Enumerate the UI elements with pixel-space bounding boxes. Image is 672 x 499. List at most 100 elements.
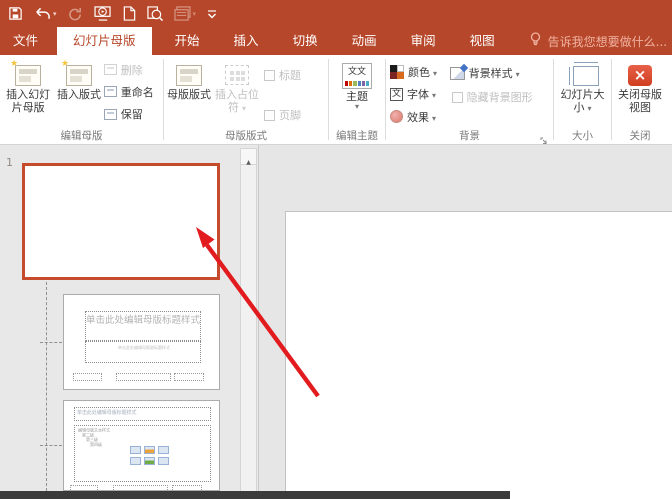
panel-divider[interactable] xyxy=(258,145,259,499)
undo-icon[interactable]: ▾ xyxy=(34,4,57,24)
rename-button[interactable]: 重命名 xyxy=(104,83,161,100)
subtitle-placeholder: 单击此处编辑母版副标题样式 xyxy=(85,341,201,363)
slide-number: 1 xyxy=(6,156,13,169)
picture-icon xyxy=(130,457,141,465)
thumbnail-scrollbar[interactable] xyxy=(240,148,257,493)
new-document-icon[interactable] xyxy=(123,4,136,24)
title-placeholder: 单击此处编辑母版标题样式 xyxy=(85,311,201,341)
media-icon xyxy=(158,457,169,465)
print-preview-icon[interactable] xyxy=(147,4,163,24)
ribbon-tab-bar: 文件 幻灯片母版 开始 插入 切换 动画 审阅 视图 告诉我您想要做什么... xyxy=(0,27,672,55)
insert-placeholder-button: 插入占位符 xyxy=(212,58,262,128)
dropdown-caret-icon: ▾ xyxy=(193,10,197,18)
group-master-layout: 母版版式 插入占位符 标题 页脚 母版版式 xyxy=(164,55,328,144)
tab-review[interactable]: 审阅 xyxy=(399,27,448,55)
thumbnail-title-content-layout[interactable]: 单击此处编辑母版标题样式 编辑母版文本样式 第二级 第三级 第四级 xyxy=(63,400,220,491)
insert-slide-master-button[interactable]: ★ 插入幻灯片母版 xyxy=(2,58,54,128)
lightbulb-icon xyxy=(530,32,541,50)
group-label-size: 大小 xyxy=(554,128,611,143)
thumbnail-slide-master-selected[interactable] xyxy=(22,163,220,280)
tab-animations[interactable]: 动画 xyxy=(340,27,389,55)
table-icon xyxy=(130,446,141,454)
tell-me-box[interactable]: 告诉我您想要做什么... xyxy=(530,27,667,55)
tab-home[interactable]: 开始 xyxy=(163,27,212,55)
group-label-edit-master: 编辑母版 xyxy=(0,128,163,143)
group-edit-master: ★ 插入幻灯片母版 ★ 插入版式 删除 重命名 xyxy=(0,55,163,144)
background-dialog-launcher-icon[interactable] xyxy=(540,131,550,141)
customize-qat-icon[interactable] xyxy=(207,4,217,24)
preserve-button[interactable]: 保留 xyxy=(104,106,161,123)
tab-view[interactable]: 视图 xyxy=(458,27,507,55)
fonts-icon: 文 xyxy=(390,88,403,101)
delete-button: 删除 xyxy=(104,61,161,78)
slide-size-icon xyxy=(567,61,599,89)
thumbnail-title-slide-layout[interactable]: 单击此处编辑母版标题样式 单击此处编辑母版副标题样式 xyxy=(63,294,220,390)
tab-file[interactable]: 文件 xyxy=(3,27,48,55)
master-layout-button[interactable]: 母版版式 xyxy=(166,58,212,128)
footer-placeholder xyxy=(116,373,171,381)
slidenumber-placeholder xyxy=(174,373,204,381)
bullet-text: 编辑母版文本样式 第二级 第三级 第四级 xyxy=(78,428,188,447)
tab-transitions[interactable]: 切换 xyxy=(281,27,330,55)
effects-icon xyxy=(390,110,403,123)
dropdown-caret-icon[interactable]: ▾ xyxy=(53,10,57,18)
scroll-up-icon[interactable] xyxy=(241,149,256,165)
slide-size-button[interactable]: 幻灯片大小 xyxy=(556,58,609,128)
themes-button[interactable]: 文文 主题 xyxy=(331,58,383,128)
checkbox-icon xyxy=(452,92,463,103)
close-master-view-button[interactable]: × 关闭母版视图 xyxy=(614,58,666,128)
group-label-background: 背景 xyxy=(386,128,553,143)
fonts-button[interactable]: 文 字体 xyxy=(390,85,450,103)
hide-background-graphics-checkbox: 隐藏背景图形 xyxy=(452,89,551,105)
tab-slide-master[interactable]: 幻灯片母版 xyxy=(57,27,152,55)
preserve-icon xyxy=(104,109,117,120)
powerpoint-window: ▾ ▾ 文件 幻灯片母版 开始 插入 切换 动画 审阅 视图 xyxy=(0,0,672,499)
ribbon: ★ 插入幻灯片母版 ★ 插入版式 删除 重命名 xyxy=(0,55,672,145)
slide-layout-qat-icon: ▾ xyxy=(174,4,197,24)
insert-layout-button[interactable]: ★ 插入版式 xyxy=(54,58,103,128)
group-label-master-layout: 母版版式 xyxy=(164,128,328,143)
close-master-view-icon: × xyxy=(628,61,652,89)
insert-placeholder-icon xyxy=(225,61,249,89)
content-placeholder: 编辑母版文本样式 第二级 第三级 第四级 xyxy=(74,425,211,482)
bottom-dark-strip xyxy=(0,491,510,499)
redo-icon xyxy=(68,4,83,24)
content-insert-icons xyxy=(130,446,169,465)
start-slideshow-icon[interactable] xyxy=(94,4,112,24)
colors-button[interactable]: 颜色 xyxy=(390,63,450,81)
save-icon[interactable] xyxy=(8,4,23,24)
themes-icon: 文文 xyxy=(342,61,372,91)
group-close: × 关闭母版视图 关闭 xyxy=(612,55,668,144)
tell-me-label: 告诉我您想要做什么... xyxy=(548,33,667,50)
group-label-close: 关闭 xyxy=(612,128,668,143)
layout-tree-line xyxy=(46,282,47,491)
clipart-icon xyxy=(144,457,155,465)
workspace: 1 单击此处编辑母版标题样式 单击此处编辑母版副标题样式 单击此处编辑母版标题样… xyxy=(0,145,672,499)
footer-checkbox: 页脚 xyxy=(264,107,322,123)
delete-icon xyxy=(104,64,117,75)
master-layout-icon xyxy=(176,61,202,89)
group-edit-theme: 文文 主题 编辑主题 xyxy=(329,55,385,144)
master-layout-label: 母版版式 xyxy=(167,89,211,102)
group-label-edit-theme: 编辑主题 xyxy=(329,128,385,143)
layout-tree-connector xyxy=(40,342,62,343)
insert-layout-label: 插入版式 xyxy=(57,89,101,102)
insert-placeholder-label: 插入占位符 xyxy=(212,89,262,114)
insert-slide-master-icon: ★ xyxy=(15,61,41,89)
insert-layout-icon: ★ xyxy=(66,61,92,89)
smartart-icon xyxy=(158,446,169,454)
colors-icon xyxy=(390,65,404,79)
title-placeholder: 单击此处编辑母版标题样式 xyxy=(74,407,211,421)
group-background: 颜色 文 字体 效果 背景样式 隐藏背景图形 xyxy=(386,55,553,144)
effects-button[interactable]: 效果 xyxy=(390,108,450,126)
slide-canvas[interactable] xyxy=(285,211,672,499)
background-styles-icon xyxy=(450,67,465,80)
slide-size-label: 幻灯片大小 xyxy=(556,89,609,114)
checkbox-icon xyxy=(264,70,275,81)
close-master-view-label: 关闭母版视图 xyxy=(614,89,666,114)
background-styles-button[interactable]: 背景样式 xyxy=(450,63,551,83)
date-placeholder xyxy=(73,373,102,381)
rename-icon xyxy=(104,86,117,97)
dropdown-caret-icon xyxy=(355,104,359,112)
tab-insert[interactable]: 插入 xyxy=(222,27,271,55)
